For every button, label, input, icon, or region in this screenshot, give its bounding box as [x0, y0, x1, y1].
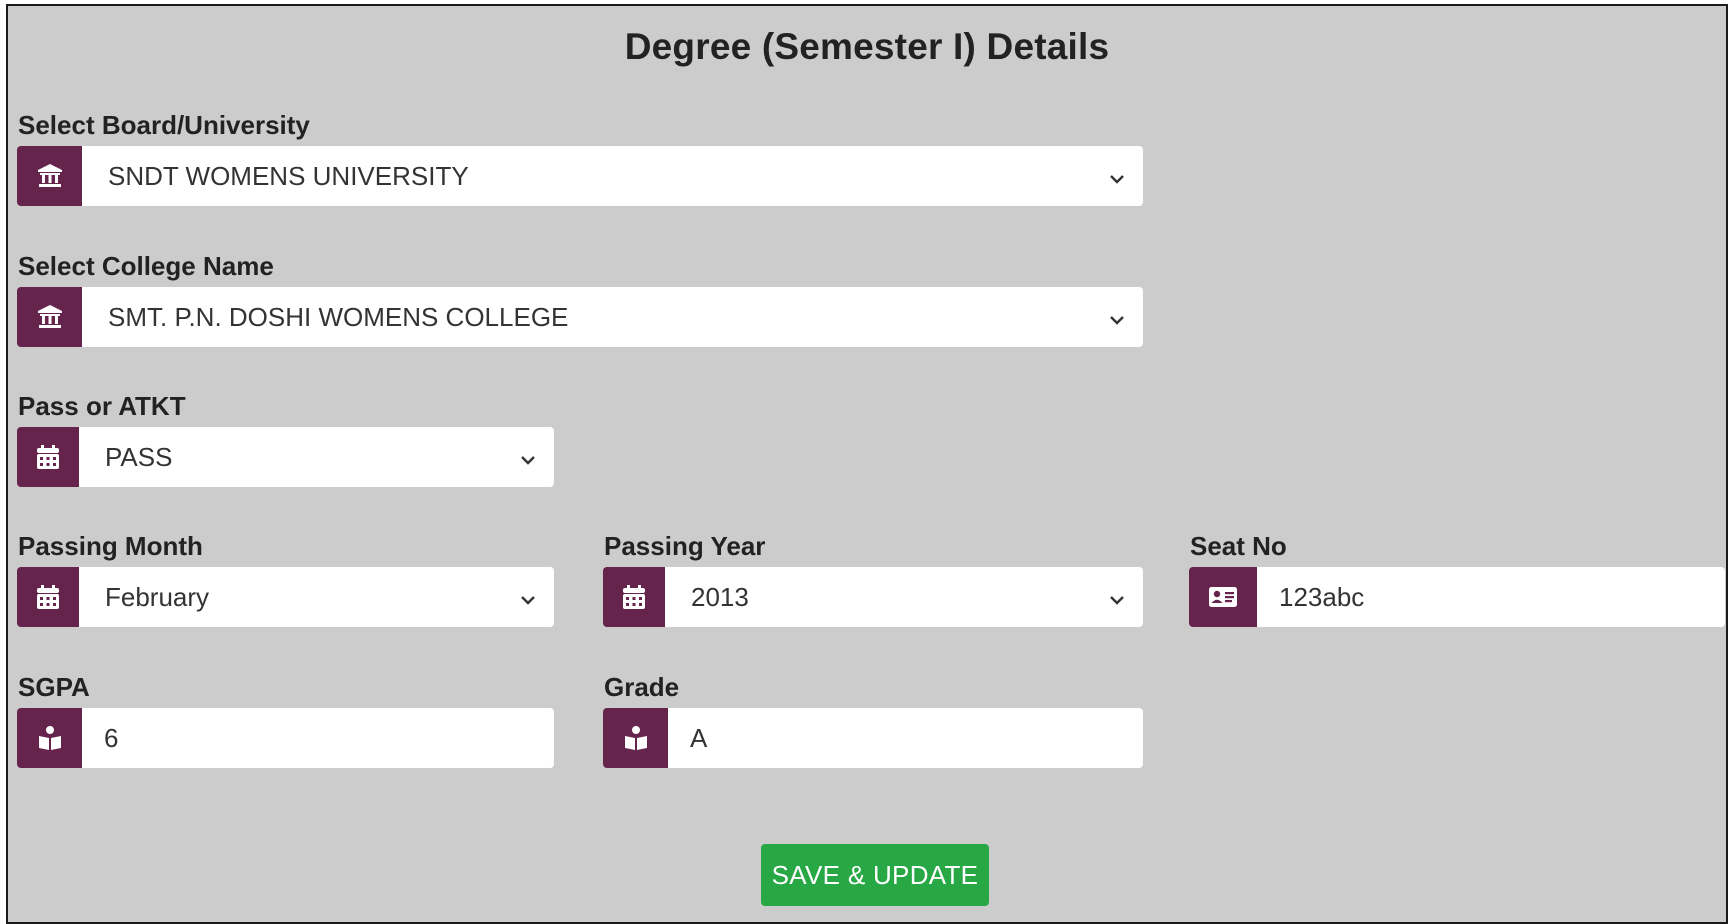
board-select[interactable]: SNDT WOMENS UNIVERSITY: [17, 146, 1143, 206]
grade-input[interactable]: A: [603, 708, 1143, 768]
seat-no-label: Seat No: [1190, 531, 1287, 561]
book-reader-icon: [603, 708, 668, 768]
chevron-down-icon: [520, 442, 536, 473]
pass-status-select-value: PASS: [105, 441, 173, 472]
seat-no-value: 123abc: [1279, 581, 1365, 612]
passing-year-label: Passing Year: [604, 531, 766, 561]
grade-label: Grade: [604, 672, 680, 702]
board-label: Select Board/University: [18, 110, 310, 140]
pass-status-label: Pass or ATKT: [18, 391, 186, 421]
board-select-value: SNDT WOMENS UNIVERSITY: [108, 160, 469, 191]
seat-no-input[interactable]: 123abc: [1189, 567, 1725, 627]
sgpa-value: 6: [104, 722, 119, 753]
college-select[interactable]: SMT. P.N. DOSHI WOMENS COLLEGE: [17, 287, 1143, 347]
university-icon: [17, 146, 82, 206]
passing-year-select[interactable]: 2013: [603, 567, 1143, 627]
sgpa-label: SGPA: [18, 672, 90, 702]
passing-month-label: Passing Month: [18, 531, 203, 561]
passing-month-select-value: February: [105, 581, 210, 612]
passing-year-select-value: 2013: [691, 581, 749, 612]
form-panel: Degree (Semester I) Details Select Board…: [6, 4, 1728, 924]
chevron-down-icon: [1109, 161, 1125, 192]
save-update-button[interactable]: SAVE & UPDATE: [761, 844, 989, 906]
chevron-down-icon: [1109, 582, 1125, 613]
chevron-down-icon: [1109, 302, 1125, 333]
college-label: Select College Name: [18, 251, 274, 281]
chevron-down-icon: [520, 582, 536, 613]
book-reader-icon: [17, 708, 82, 768]
college-select-value: SMT. P.N. DOSHI WOMENS COLLEGE: [108, 301, 569, 332]
calendar-icon: [17, 567, 79, 627]
grade-value: A: [690, 722, 708, 753]
university-icon: [17, 287, 82, 347]
page-title: Degree (Semester I) Details: [624, 26, 1110, 67]
calendar-icon: [17, 427, 79, 487]
calendar-icon: [603, 567, 665, 627]
id-card-icon: [1189, 567, 1257, 627]
passing-month-select[interactable]: February: [17, 567, 554, 627]
pass-status-select[interactable]: PASS: [17, 427, 554, 487]
sgpa-input[interactable]: 6: [17, 708, 554, 768]
